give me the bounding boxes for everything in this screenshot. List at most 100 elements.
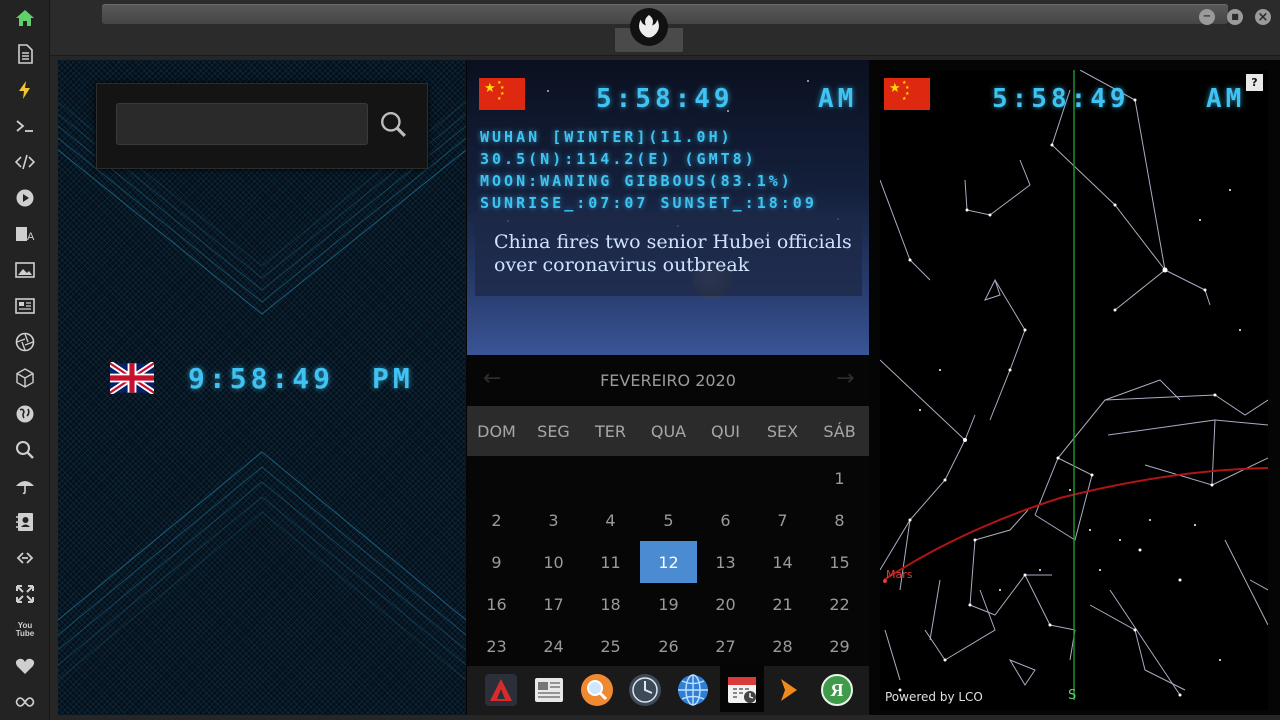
weekday-label: QUA [650,421,687,441]
calendar-day[interactable]: 28 [754,625,811,667]
lightning-icon[interactable] [13,78,37,102]
calendar-day[interactable]: 3 [525,499,582,541]
calendar-day[interactable]: 5 [640,499,697,541]
translate-icon[interactable]: A [13,222,37,246]
weekday-label: SEX [766,421,799,441]
rebel-alliance-icon[interactable] [630,8,668,46]
china-flag-icon: ★ ★ ★ ★ ★ [884,78,930,110]
infinity-icon[interactable] [13,690,37,714]
home-icon[interactable] [13,6,37,30]
calendar-app-icon[interactable] [720,666,764,712]
calendar-day[interactable]: 19 [640,583,697,625]
calendar-day[interactable]: 27 [697,625,754,667]
china-clock-time: 5:58:49 [596,84,734,114]
calendar-day[interactable]: 10 [525,541,582,583]
calendar-day[interactable]: 9 [468,541,525,583]
youtube-label: You Tube [15,621,35,638]
calendar-day[interactable]: 16 [468,583,525,625]
arrow-app-icon[interactable] [769,670,809,710]
calendar-day [640,457,697,499]
uk-clock-ampm: PM [372,362,414,395]
globe-icon[interactable] [13,402,37,426]
calendar-day[interactable]: 7 [754,499,811,541]
document-icon[interactable] [13,42,37,66]
terminal-icon[interactable] [13,114,37,138]
prev-month-button[interactable]: ← [483,366,501,391]
cube-icon[interactable] [13,366,37,390]
minimize-label: − [1202,11,1212,22]
calendar-day[interactable]: 13 [697,541,754,583]
maximize-button[interactable]: ■ [1227,9,1243,25]
sidebar: A You Tube [0,0,50,720]
calendar-day[interactable]: 21 [754,583,811,625]
calendar-day[interactable]: 20 [697,583,754,625]
search-icon[interactable] [13,438,37,462]
sun-times-line: SUNRISE_:07:07 SUNSET_:18:09 [480,194,817,212]
moon-phase-line: MOON:WANING GIBBOUS(83.1%) [480,172,793,190]
umbrella-icon[interactable] [13,474,37,498]
calendar-day[interactable]: 17 [525,583,582,625]
calendar-day[interactable]: 26 [640,625,697,667]
calendar-day [468,457,525,499]
globe-app-icon[interactable] [673,670,713,710]
calendar-day[interactable]: 4 [582,499,639,541]
desktop: A You Tube − ■ × 9:58:49 PM ★ ★ ★ ★ ★ 5:… [0,0,1280,720]
china-flag-icon: ★ ★ ★ ★ ★ [479,78,525,110]
calendar-day[interactable]: 1 [811,457,868,499]
calendar-day[interactable]: 2 [468,499,525,541]
red-triangle-app-icon[interactable] [481,670,521,710]
calendar-day[interactable]: 8 [811,499,868,541]
yandex-app-icon[interactable]: Я [817,670,857,710]
aperture-icon[interactable] [13,330,37,354]
calendar-day[interactable]: 14 [754,541,811,583]
calendar-day[interactable]: 22 [811,583,868,625]
heart-icon[interactable] [13,654,37,678]
mars-label: Mars [886,568,913,581]
calendar-day[interactable]: 24 [525,625,582,667]
calendar-day[interactable]: 29 [811,625,868,667]
help-button[interactable]: ? [1246,74,1263,91]
calendar-day[interactable]: 23 [468,625,525,667]
china-clock-ampm: AM [818,84,858,114]
magnifier-app-icon[interactable] [577,670,617,710]
maximize-label: ■ [1231,12,1239,21]
calendar-day[interactable]: 15 [811,541,868,583]
news-icon[interactable] [13,294,37,318]
powered-by-label[interactable]: Powered by LCO [885,690,983,704]
yandex-letter: Я [830,679,844,700]
close-button[interactable]: × [1255,9,1271,25]
minimize-button[interactable]: − [1199,9,1215,25]
calendar-day[interactable]: 18 [582,583,639,625]
calendar-day[interactable]: 6 [697,499,754,541]
uk-flag-icon [110,362,154,394]
image-icon[interactable] [13,258,37,282]
weekday-label: SEG [537,421,570,441]
search-input[interactable] [116,103,368,145]
news-headline[interactable]: China fires two senior Hubei officials o… [494,231,854,277]
link-icon[interactable] [13,546,37,570]
calendar-day-today[interactable]: 12 [640,541,697,583]
starmap-clock-time: 5:58:49 [992,84,1130,114]
star-map[interactable] [880,70,1268,710]
play-icon[interactable] [13,186,37,210]
calendar-day [525,457,582,499]
news-reader-icon[interactable] [529,670,569,710]
calendar-day[interactable]: 25 [582,625,639,667]
fullscreen-icon[interactable] [13,582,37,606]
calendar-day[interactable]: 11 [582,541,639,583]
contacts-icon[interactable] [13,510,37,534]
location-line: WUHAN [WINTER](11.0H) [480,128,733,146]
calendar-month: FEVEREIRO 2020 [600,370,736,390]
clock-app-icon[interactable] [625,670,665,710]
close-label: × [1257,9,1269,25]
search-button[interactable] [374,104,412,144]
weekday-label: TER [595,421,626,441]
code-icon[interactable] [13,150,37,174]
south-direction-label: S [1068,688,1077,703]
weekday-label: DOM [477,421,516,441]
uk-clock-time: 9:58:49 [188,362,335,395]
next-month-button[interactable]: → [836,366,854,391]
svg-text:A: A [27,231,35,243]
coordinates-line: 30.5(N):114.2(E) (GMT8) [480,150,757,168]
youtube-icon[interactable]: You Tube [13,618,37,642]
